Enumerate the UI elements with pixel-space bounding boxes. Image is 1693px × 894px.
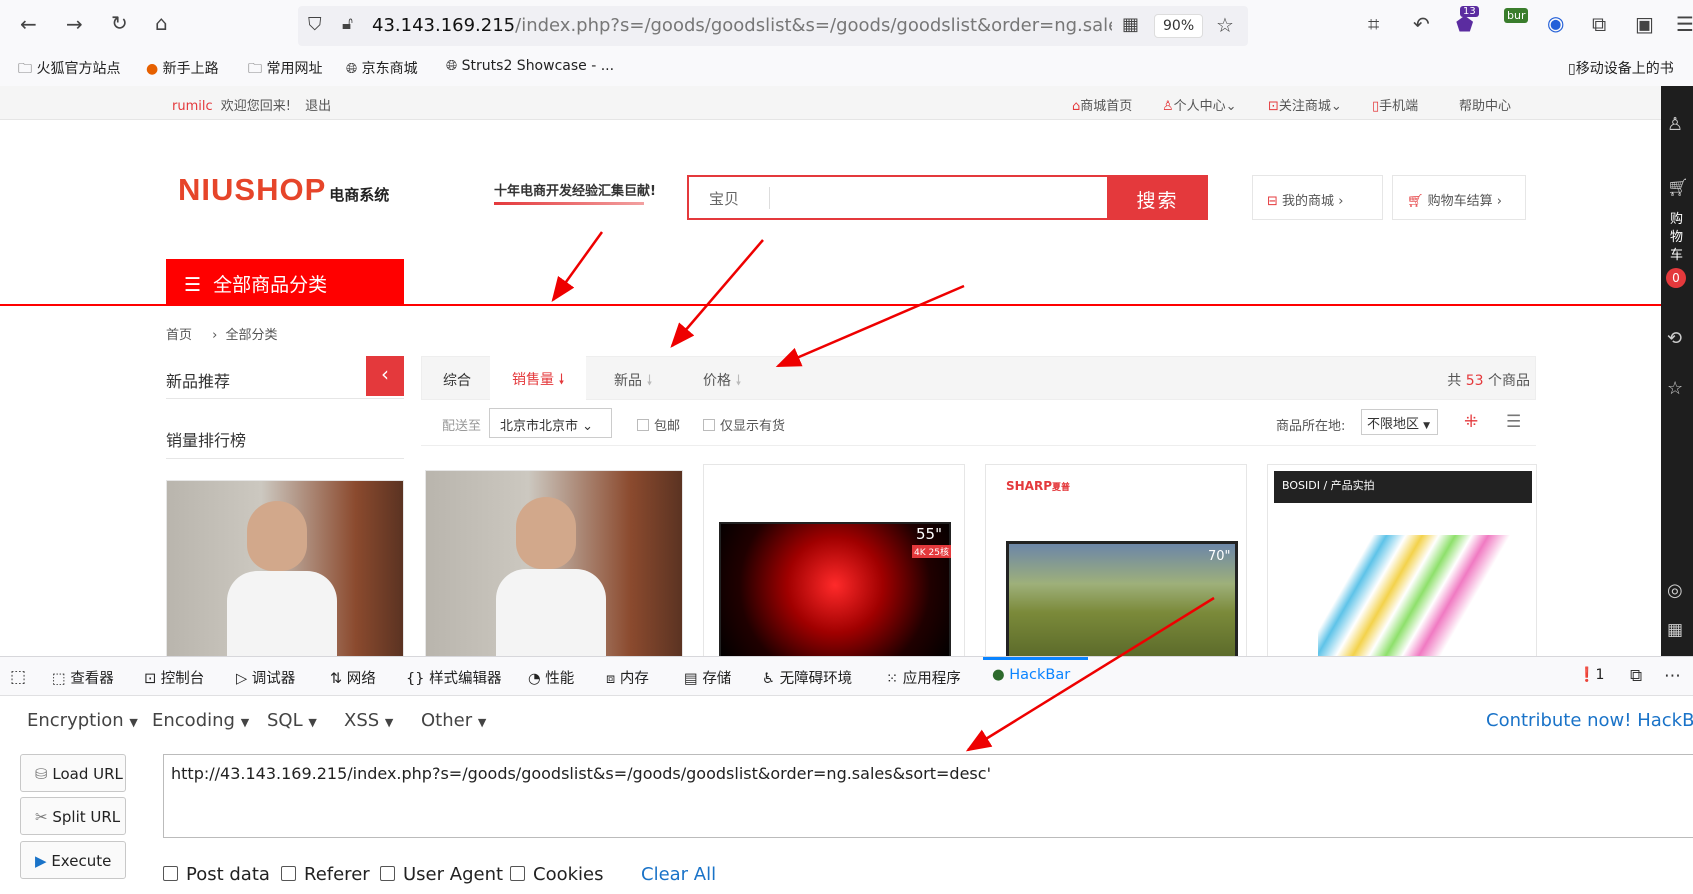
arrow-to-url [965, 596, 1215, 752]
annotation-arrow-hackbar [965, 596, 1215, 752]
